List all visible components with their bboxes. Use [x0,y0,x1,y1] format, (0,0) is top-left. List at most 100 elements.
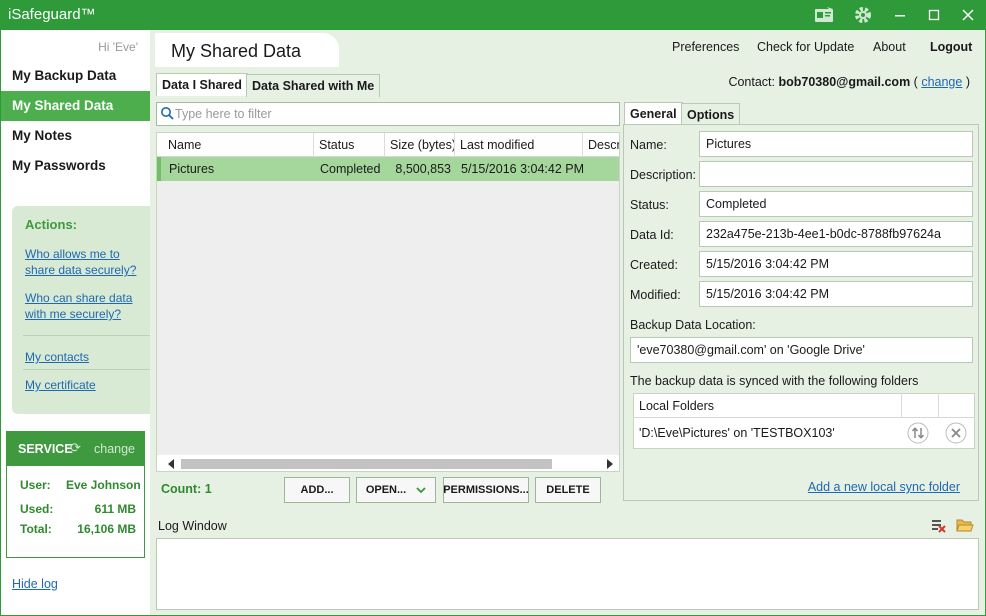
cell-description [584,157,619,181]
created-label: Created: [630,258,678,272]
synced-text: The backup data is synced with the follo… [630,374,919,388]
scrollbar-thumb[interactable] [181,459,552,469]
modified-label: Modified: [630,288,681,302]
contact-email: bob70380@gmail.com [778,75,911,89]
folders-header: Local Folders [634,394,974,418]
paren-close: ) [965,75,970,89]
status-label: Status: [630,198,669,212]
who-can-share-link[interactable]: Who can share data with me securely? [25,290,132,322]
service-header: SERVICE ⟳ change [7,432,144,466]
divider [23,335,150,336]
service-change-link[interactable]: change [94,442,135,456]
tab-data-i-shared[interactable]: Data I Shared [156,73,248,96]
link-line: Who can share data [25,291,133,305]
sidebar-item-my-passwords[interactable]: My Passwords [1,151,150,181]
add-button[interactable]: ADD... [284,477,350,503]
name-field[interactable]: Pictures [699,131,973,157]
maximize-icon[interactable] [922,4,946,26]
tab-data-shared-with-me[interactable]: Data Shared with Me [246,74,381,97]
column-status[interactable]: Status [314,133,385,157]
sync-icon[interactable] [907,422,929,447]
app-title: iSafeguard™ [8,6,96,23]
delete-button[interactable]: DELETE [535,477,601,503]
folder-path: 'D:\Eve\Pictures' on 'TESTBOX103' [639,426,835,440]
column-last-modified[interactable]: Last modified [455,133,583,157]
gear-icon[interactable] [851,4,875,26]
divider [938,394,939,418]
greeting: Hi 'Eve' [98,40,138,54]
sidebar-item-my-shared-data[interactable]: My Shared Data [1,91,150,121]
tab-general[interactable]: General [624,102,683,125]
backup-location-label: Backup Data Location: [630,318,756,332]
user-value: Eve Johnson [66,478,141,492]
used-label: Used: [20,502,54,516]
column-size[interactable]: Size (bytes) [385,133,455,157]
shared-data-grid: Name Status Size (bytes) Last modified D… [156,132,620,472]
backup-location-field[interactable]: 'eve70380@gmail.com' on 'Google Drive' [630,337,973,363]
paren-open: ( [913,75,918,89]
link-line: with me securely? [25,307,122,321]
open-folder-icon[interactable] [956,517,974,536]
cell-size: 8,500,853 [395,162,451,176]
contact-change-link[interactable]: change [921,75,962,89]
sidebar-item-my-notes[interactable]: My Notes [1,121,150,151]
total-value: 16,106 MB [77,522,136,536]
remove-icon[interactable] [945,422,967,447]
modified-field[interactable]: 5/15/2016 3:04:42 PM [699,281,973,307]
contact-label: Contact: [728,75,776,89]
open-button[interactable]: OPEN... [356,477,436,503]
who-allows-me-link[interactable]: Who allows me to share data securely? [25,246,136,278]
column-name[interactable]: Name [163,133,314,157]
chevron-down-icon [416,486,426,494]
divider [901,394,902,418]
local-folders-grid: Local Folders 'D:\Eve\Pictures' on 'TEST… [633,393,975,449]
grid-header: Name Status Size (bytes) Last modified D… [157,133,619,157]
status-field[interactable]: Completed [699,191,973,217]
minimize-icon[interactable] [888,4,912,26]
scroll-right-icon[interactable] [606,458,614,471]
page-title-tab: My Shared Data [155,33,339,67]
permissions-button[interactable]: PERMISSIONS... [443,477,529,503]
horizontal-scrollbar[interactable] [157,455,619,471]
contact-line: Contact: bob70380@gmail.com ( change ) [728,75,970,89]
service-title: SERVICE [18,442,73,456]
delete-button-label: DELETE [546,484,590,496]
list-item[interactable]: 'D:\Eve\Pictures' on 'TESTBOX103' [634,418,974,448]
id-card-icon[interactable] [812,4,836,26]
sidebar: Hi 'Eve' My Backup Data My Shared Data M… [1,30,150,615]
scroll-left-icon[interactable] [167,458,175,471]
cell-name: Pictures [169,162,215,176]
tab-options[interactable]: Options [681,103,741,126]
actions-title: Actions: [25,217,77,232]
about-menu[interactable]: About [873,40,906,54]
logout-menu[interactable]: Logout [930,40,972,54]
add-button-label: ADD... [300,484,334,496]
description-label: Description: [630,168,696,182]
description-field[interactable] [699,161,973,187]
count-label: Count: 1 [161,482,212,496]
cell-last-modified: 5/15/2016 3:04:42 PM [461,162,584,176]
data-id-field[interactable]: 232a475e-213b-4ee1-b0dc-8788fb97624a [699,221,973,247]
column-description[interactable]: Descri [583,133,619,157]
refresh-icon[interactable]: ⟳ [70,440,81,456]
preferences-menu[interactable]: Preferences [672,40,739,54]
link-line: share data securely? [25,263,137,277]
add-sync-folder-link[interactable]: Add a new local sync folder [808,480,960,494]
service-panel: SERVICE ⟳ change User: Eve Johnson Used:… [6,431,145,558]
search-icon [160,106,174,123]
sidebar-item-my-backup-data[interactable]: My Backup Data [1,61,150,91]
my-contacts-link[interactable]: My contacts [25,349,89,365]
filter-input[interactable] [175,104,615,124]
log-window[interactable] [156,538,979,610]
my-certificate-link[interactable]: My certificate [25,377,96,393]
clear-log-icon[interactable] [930,517,946,536]
close-icon[interactable] [956,4,980,26]
used-value: 611 MB [94,502,136,516]
created-field[interactable]: 5/15/2016 3:04:42 PM [699,251,973,277]
permissions-button-label: PERMISSIONS... [443,484,529,496]
table-row[interactable]: Pictures Completed 8,500,853 5/15/2016 3… [157,157,619,181]
total-label: Total: [20,522,52,536]
name-label: Name: [630,138,667,152]
check-for-update-menu[interactable]: Check for Update [757,40,854,54]
hide-log-link[interactable]: Hide log [12,577,58,591]
